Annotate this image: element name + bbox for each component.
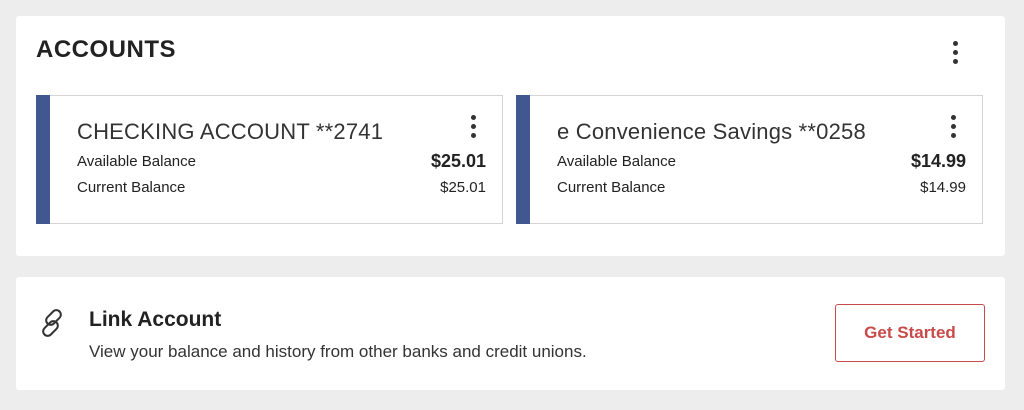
kebab-dot — [952, 40, 958, 46]
account-name[interactable]: e Convenience Savings **0258 — [557, 119, 866, 145]
kebab-dot — [950, 132, 956, 138]
accounts-panel: ACCOUNTS CHECKING ACCOUNT **2741 Availab… — [16, 16, 1005, 256]
kebab-dot — [470, 123, 476, 129]
account-card-savings[interactable]: e Convenience Savings **0258 Available B… — [516, 95, 983, 224]
account-more-icon[interactable] — [461, 110, 485, 142]
available-balance-value: $14.99 — [910, 151, 966, 171]
kebab-dot — [470, 132, 476, 138]
link-account-description: View your balance and history from other… — [89, 342, 587, 361]
link-account-title: Link Account — [89, 308, 222, 331]
account-card-checking[interactable]: CHECKING ACCOUNT **2741 Available Balanc… — [36, 95, 503, 224]
current-balance-value: $14.99 — [920, 179, 966, 196]
kebab-dot — [952, 58, 958, 64]
accounts-more-icon[interactable] — [943, 36, 967, 68]
accounts-title: ACCOUNTS — [36, 36, 176, 63]
available-balance-value: $25.01 — [430, 151, 486, 171]
account-accent-bar — [516, 95, 530, 224]
available-balance-label: Available Balance — [77, 153, 196, 170]
current-balance-label: Current Balance — [557, 179, 666, 196]
get-started-button[interactable]: Get Started — [835, 304, 985, 362]
link-account-panel: Link Account View your balance and histo… — [16, 277, 1005, 390]
kebab-dot — [952, 49, 958, 55]
available-balance-label: Available Balance — [557, 153, 676, 170]
account-accent-bar — [36, 95, 50, 224]
current-balance-value: $25.01 — [440, 179, 486, 196]
kebab-dot — [950, 114, 956, 120]
kebab-dot — [470, 114, 476, 120]
current-balance-label: Current Balance — [77, 179, 186, 196]
account-name[interactable]: CHECKING ACCOUNT **2741 — [77, 119, 383, 145]
kebab-dot — [950, 123, 956, 129]
account-more-icon[interactable] — [941, 110, 965, 142]
link-icon — [42, 309, 62, 337]
